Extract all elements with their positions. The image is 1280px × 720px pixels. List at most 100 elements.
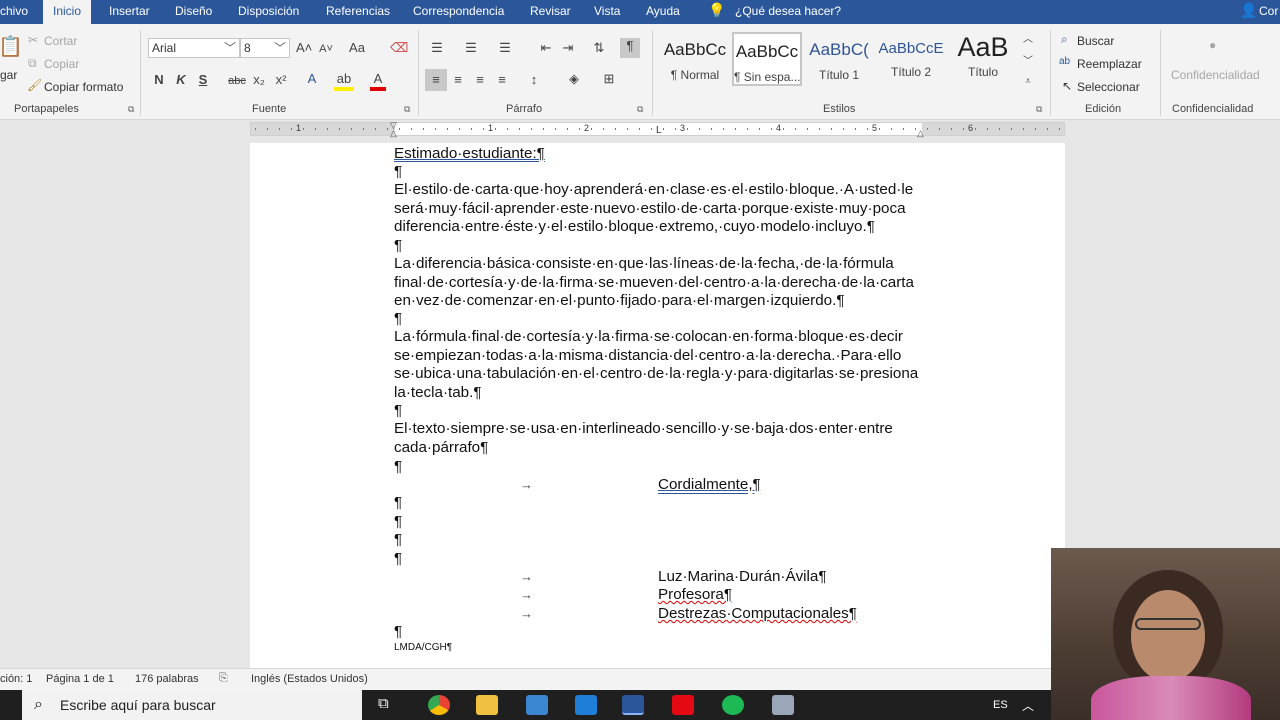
- chevron-up-icon[interactable]: ︿: [1022, 697, 1034, 714]
- input-language[interactable]: ES: [993, 699, 1008, 711]
- align-right-icon[interactable]: ≡: [471, 72, 489, 88]
- brush-icon: 🖌: [27, 78, 43, 92]
- confidentiality-icon: ●: [1209, 38, 1217, 52]
- language-indicator[interactable]: Inglés (Estados Unidos): [251, 673, 368, 685]
- document-page[interactable]: Estimado·estudiante:¶ ¶ El·estilo·de·car…: [250, 143, 1065, 668]
- ruler-margin-right: [922, 123, 1064, 135]
- bullets-icon[interactable]: ☰: [428, 40, 446, 56]
- change-case-button[interactable]: Aa: [346, 40, 368, 56]
- ruler-tick: [603, 128, 604, 130]
- style-title[interactable]: AaB Título: [948, 32, 1018, 86]
- task-view-icon[interactable]: ⧉: [378, 695, 389, 712]
- shrink-font-icon[interactable]: A˅: [318, 41, 334, 57]
- mail-icon[interactable]: [575, 695, 597, 715]
- more-styles-icon[interactable]: ⩡: [1020, 74, 1036, 90]
- netflix-icon[interactable]: [672, 695, 694, 715]
- font-name-select[interactable]: Arial ﹀: [148, 38, 240, 58]
- taskbar-search[interactable]: ⌕ Escribe aquí para buscar: [22, 690, 362, 720]
- word-count[interactable]: 176 palabras: [135, 673, 199, 685]
- chrome-icon[interactable]: [428, 695, 450, 715]
- numbering-icon[interactable]: ☰: [462, 40, 480, 56]
- select-button[interactable]: Seleccionar: [1077, 80, 1140, 94]
- spotify-icon[interactable]: [722, 695, 744, 715]
- ruler-tick: [1035, 128, 1036, 130]
- tab-diseno[interactable]: Diseño: [165, 0, 222, 24]
- tell-me-box[interactable]: ¿Qué desea hacer?: [735, 4, 841, 18]
- copy-icon: ⧉: [28, 56, 37, 70]
- user-icon[interactable]: 👤: [1240, 2, 1257, 19]
- increase-indent-icon[interactable]: ⇥: [559, 40, 577, 56]
- store-icon[interactable]: [526, 695, 548, 715]
- grow-font-icon[interactable]: A˄: [296, 40, 312, 56]
- proofing-icon[interactable]: ⎘: [219, 672, 228, 685]
- section-indicator[interactable]: ción: 1: [0, 673, 32, 685]
- clear-format-icon[interactable]: ⌫: [390, 40, 408, 56]
- find-button[interactable]: Buscar: [1077, 34, 1114, 48]
- tab-inicio[interactable]: Inicio: [43, 0, 92, 24]
- text-effects-icon[interactable]: A: [304, 71, 320, 87]
- file-explorer-icon[interactable]: [476, 695, 498, 715]
- scroll-up-icon[interactable]: ︿: [1020, 32, 1036, 48]
- indent-marker-icon[interactable]: △: [390, 128, 397, 139]
- show-marks-button[interactable]: ¶: [620, 38, 640, 58]
- ruler-tick: [819, 128, 820, 130]
- tab-insertar[interactable]: Insertar: [99, 0, 160, 24]
- style-heading-2[interactable]: AaBbCcE Título 2: [876, 32, 946, 86]
- multilevel-list-icon[interactable]: ☰: [496, 40, 514, 56]
- scroll-down-icon[interactable]: ﹀: [1020, 54, 1036, 70]
- tab-archivo[interactable]: chivo: [0, 0, 38, 24]
- tab-ayuda[interactable]: Ayuda: [636, 0, 690, 24]
- tab-revisar[interactable]: Revisar: [520, 0, 581, 24]
- account-label[interactable]: Cor: [1259, 4, 1278, 18]
- style-normal[interactable]: AaBbCc ¶ Normal: [660, 32, 730, 86]
- copy-button[interactable]: Copiar: [44, 57, 79, 71]
- cut-button[interactable]: Cortar: [44, 34, 77, 48]
- strikethrough-button[interactable]: abc: [226, 73, 248, 89]
- ruler-tick: [927, 128, 928, 130]
- underline-button[interactable]: S: [196, 72, 210, 88]
- superscript-button[interactable]: x²: [272, 72, 290, 88]
- font-color-icon[interactable]: A: [370, 71, 386, 91]
- sort-icon[interactable]: ⇅: [590, 40, 608, 56]
- floppy-icon[interactable]: [772, 695, 794, 715]
- dialog-launcher-icon[interactable]: ⧉: [404, 104, 410, 115]
- bold-button[interactable]: N: [152, 72, 166, 88]
- dialog-launcher-icon[interactable]: ⧉: [637, 104, 643, 115]
- italic-button[interactable]: K: [174, 72, 188, 88]
- page-indicator[interactable]: Página 1 de 1: [46, 673, 114, 685]
- tab-correspondencia[interactable]: Correspondencia: [403, 0, 514, 24]
- highlight-icon[interactable]: ab: [334, 71, 354, 91]
- align-left-icon[interactable]: ≡: [425, 69, 447, 91]
- horizontal-ruler[interactable]: 1 1 2 3 4 5 6 ▽ △ L △: [250, 120, 1065, 139]
- tab-vista[interactable]: Vista: [584, 0, 630, 24]
- ruler-tick: [867, 128, 868, 130]
- format-painter-button[interactable]: Copiar formato: [44, 80, 123, 94]
- ruler-margin-left: [251, 123, 395, 135]
- right-indent-icon[interactable]: △: [917, 128, 924, 139]
- tab-referencias[interactable]: Referencias: [316, 0, 400, 24]
- tab-disposicion[interactable]: Disposición: [228, 0, 309, 24]
- ruler-tick: [555, 128, 556, 130]
- borders-icon[interactable]: ⊞: [600, 71, 618, 87]
- justify-icon[interactable]: ≡: [493, 72, 511, 88]
- line-spacing-icon[interactable]: ↕: [525, 72, 543, 88]
- confidentiality-button[interactable]: Confidencialidad: [1171, 68, 1260, 82]
- signer-name: Luz·Marina·Durán·Ávila¶: [658, 568, 827, 585]
- replace-button[interactable]: Reemplazar: [1077, 57, 1142, 71]
- font-size-select[interactable]: 8 ﹀: [240, 38, 290, 58]
- closing-line: Cordialmente,¶: [658, 476, 958, 495]
- paste-icon[interactable]: 📋: [0, 34, 23, 59]
- align-center-icon[interactable]: ≡: [449, 72, 467, 88]
- tab-stop-icon[interactable]: L: [656, 125, 662, 136]
- divider: [652, 30, 653, 116]
- word-icon[interactable]: [622, 695, 644, 715]
- dialog-launcher-icon[interactable]: ⧉: [128, 104, 134, 115]
- decrease-indent-icon[interactable]: ⇤: [537, 40, 555, 56]
- paste-button[interactable]: gar: [0, 68, 17, 82]
- style-no-spacing[interactable]: AaBbCc ¶ Sin espa...: [732, 32, 802, 86]
- shading-icon[interactable]: ◈: [565, 71, 583, 87]
- dialog-launcher-icon[interactable]: ⧉: [1036, 104, 1042, 115]
- greeting-text: Estimado·estudiante:¶: [394, 145, 545, 162]
- subscript-button[interactable]: x₂: [250, 72, 268, 88]
- style-heading-1[interactable]: AaBbC(Título 1: [804, 32, 874, 86]
